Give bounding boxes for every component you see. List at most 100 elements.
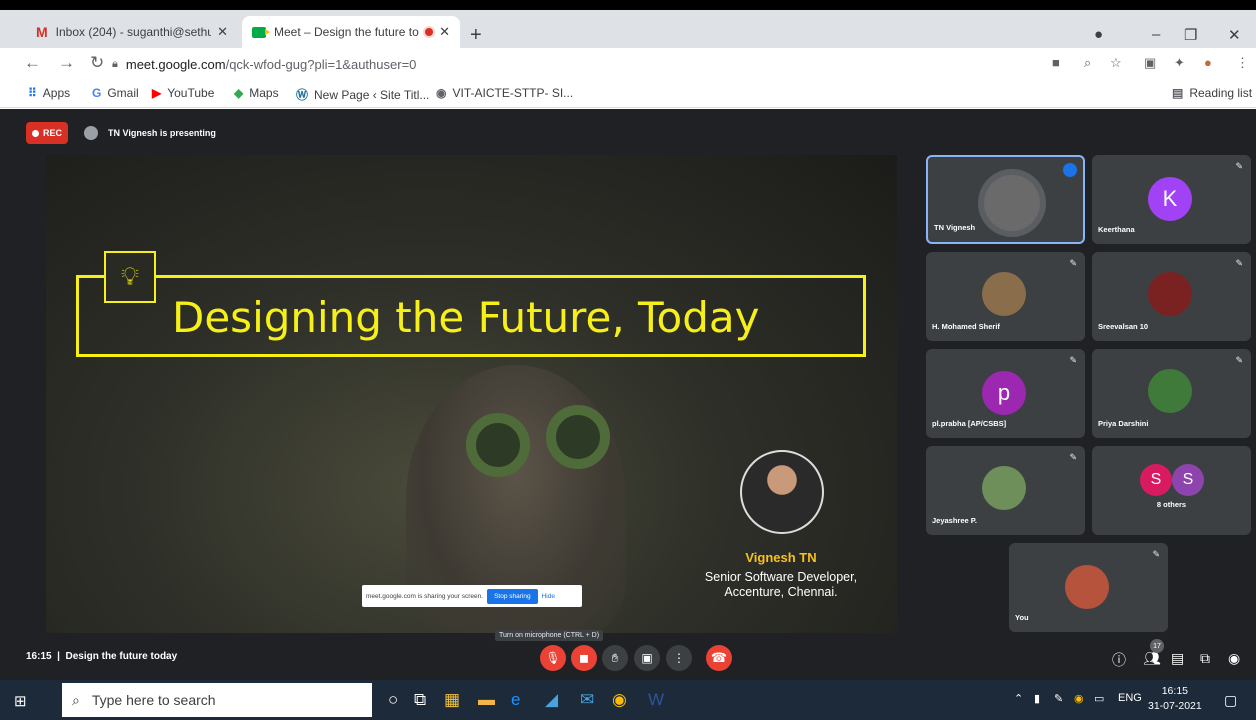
bookmark-vit[interactable]: ◉ VIT-AICTE-STTP- SI... [436,86,573,100]
forward-arrow-icon[interactable]: → [58,53,75,73]
taskbar-search-input[interactable]: ⌕ Type here to search [62,683,372,717]
participant-tile[interactable]: ✎ Sreevalsan 10 [1092,252,1251,341]
word-icon[interactable]: W [648,690,664,710]
self-tile[interactable]: ✎ You [1009,543,1168,632]
profile-icon[interactable]: ● [1094,26,1103,43]
self-photo [1065,565,1109,609]
presenter-role: Senior Software Developer, Accenture, Ch… [704,570,858,599]
url-input[interactable]: 🔒︎ meet.google.com/qck-wfod-gug?pli=1&au… [112,52,992,76]
participant-photo [984,175,1040,231]
url-host: meet.google.com [125,56,226,72]
app-icon[interactable]: ◢ [545,690,558,710]
raise-hand-button[interactable]: ✋︎ [602,645,628,671]
close-tab-icon[interactable]: ✕ [217,24,228,40]
tray-chrome-icon[interactable]: ◉ [1074,692,1084,705]
self-name: You [1015,613,1029,622]
bookmark-maps[interactable]: ◆ Maps [234,86,279,100]
store-icon[interactable]: ▦ [444,690,460,710]
lightbulb-icon: 💡︎ [104,251,156,303]
screen-share-bar: meet.google.com is sharing your screen. … [362,585,582,607]
reading-list-button[interactable]: ▤ Reading list [1172,86,1252,100]
shared-screen: 💡︎ Designing the Future, Today Vignesh T… [46,155,897,633]
meeting-info: 16:15 | Design the future today [26,651,178,662]
others-count: 8 others [1156,500,1187,509]
mic-toggle-button[interactable]: 🎙︎ [540,645,566,671]
hide-button[interactable]: Hide [542,593,555,600]
tray-chevron-icon[interactable]: ⌃ [1014,692,1023,705]
bookmark-new-page[interactable]: Ⓦ New Page ‹ Site Titl... [296,86,429,103]
end-call-button[interactable]: ☎︎ [706,645,732,671]
tray-network-icon[interactable]: ▭ [1094,692,1104,705]
windows-start-icon[interactable]: ⊞ [14,692,27,710]
recording-badge: REC [26,122,68,144]
participant-name: Keerthana [1098,225,1135,234]
info-icon[interactable]: ⓘ [1112,650,1126,670]
puzzle-icon[interactable]: ✦ [1174,55,1185,71]
others-tile[interactable]: S S 8 others [1092,446,1251,535]
search-icon: ⌕ [72,691,80,708]
camera-icon[interactable]: ■ [1052,55,1060,70]
presenter-avatar [84,126,98,140]
taskbar-clock[interactable]: 16:15 31-07-2021 [1148,684,1202,714]
new-tab-button[interactable]: + [470,24,482,47]
participant-tile[interactable]: ✎ Priya Darshini [1092,349,1251,438]
participant-photo [1148,272,1192,316]
task-view-icon[interactable]: ⧉ [414,690,426,710]
url-path: /qck-wfod-gug?pli=1&authuser=0 [225,56,417,72]
activities-icon[interactable]: ⧉ [1200,650,1210,667]
star-icon[interactable]: ☆ [1110,55,1122,71]
recording-indicator-icon [425,28,434,36]
address-bar-row: ← → ↻ 🔒︎ meet.google.com/qck-wfod-gug?pl… [0,48,1256,80]
mic-off-icon: ✎ [1235,161,1243,171]
participant-avatar: S [1140,464,1172,496]
presenting-banner: TN Vignesh is presenting [84,122,216,144]
file-explorer-icon[interactable]: ▬ [478,690,495,710]
reload-icon[interactable]: ↻ [90,53,104,73]
participant-photo [982,272,1026,316]
tray-mic-icon[interactable]: ▮ [1034,692,1040,705]
minimize-icon[interactable]: – [1152,26,1160,43]
youtube-icon: ▶ [152,86,162,100]
participant-tile[interactable]: p ✎ pl.prabha [AP/CSBS] [926,349,1085,438]
bookmark-gmail[interactable]: G Gmail [92,86,139,100]
screen-top-strip [0,0,1256,10]
zoom-icon[interactable]: ⌕ [1084,55,1091,71]
participant-avatar: p [982,371,1026,415]
close-tab-icon[interactable]: ✕ [439,24,450,40]
participant-tile[interactable]: TN Vignesh [926,155,1085,244]
host-controls-icon[interactable]: ◉ [1228,650,1240,667]
back-arrow-icon[interactable]: ← [24,53,41,73]
tray-pen-icon[interactable]: ✎ [1054,692,1063,705]
edge-icon[interactable]: e [511,690,520,710]
restore-icon[interactable]: ❐ [1184,26,1197,44]
camera-toggle-button[interactable]: ◼ [571,645,597,671]
participant-tile[interactable]: K ✎ Keerthana [1092,155,1251,244]
tray-language[interactable]: ENG [1118,692,1142,704]
menu-dots-icon[interactable]: ⋮ [1236,55,1249,71]
tab-gmail[interactable]: M Inbox (204) - suganthi@sethu.ac. ✕ [26,16,238,48]
participant-tile[interactable]: ✎ H. Mohamed Sherif [926,252,1085,341]
window-close-icon[interactable]: ✕ [1228,26,1241,44]
notifications-icon[interactable]: ▢ [1224,692,1237,709]
bookmark-apps[interactable]: ⠿ Apps [28,86,70,100]
bookmark-youtube[interactable]: ▶ YouTube [152,86,214,100]
chrome-icon[interactable]: ◉ [612,690,627,710]
mail-icon[interactable]: ✉ [580,690,594,710]
participant-tile[interactable]: ✎ Jeyashree P. [926,446,1085,535]
people-count-badge: 17 [1150,639,1164,653]
more-options-button[interactable]: ⋮ [666,645,692,671]
participant-name: Jeyashree P. [932,516,977,525]
cortana-icon[interactable]: ○ [388,690,398,710]
stop-sharing-button[interactable]: Stop sharing [487,588,538,604]
extension-icon[interactable]: ▣ [1144,55,1156,71]
mic-off-icon: ✎ [1069,452,1077,462]
chat-icon[interactable]: ▤ [1171,650,1184,667]
present-button[interactable]: ▣ [634,645,660,671]
bookmarks-bar: ⠿ Apps G Gmail ▶ YouTube ◆ Maps Ⓦ New Page ‹ … [0,80,1256,108]
tab-meet[interactable]: Meet – Design the future toc ✕ [242,16,460,48]
profile-avatar-icon[interactable]: ● [1204,55,1212,70]
google-icon: G [92,86,102,100]
browser-tab-bar: M Inbox (204) - suganthi@sethu.ac. ✕ Mee… [0,10,1256,48]
mic-off-icon: ✎ [1235,355,1243,365]
mic-tooltip: Turn on microphone (CTRL + D) [495,630,604,641]
